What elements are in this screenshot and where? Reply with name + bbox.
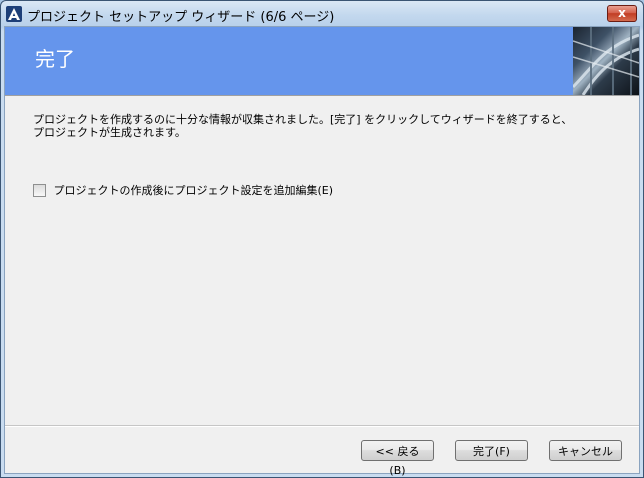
header-banner: 完了 [5,27,573,95]
banner-divider [5,95,639,96]
autocad-logo-icon [6,6,22,22]
wizard-content: 完了 プロジェクトを作成するのに十分な情報が収集されました。[完了] をクリック… [4,26,640,477]
title-bar[interactable]: プロジェクト セットアップ ウィザード (6/6 ページ) x [1,1,643,27]
close-button[interactable]: x [607,5,637,22]
footer-divider [5,425,639,427]
page-title: 完了 [35,47,75,71]
cancel-button[interactable]: キャンセル [549,440,622,461]
finish-button[interactable]: 完了(F) [455,440,528,461]
window-title: プロジェクト セットアップ ウィザード (6/6 ページ) [27,10,335,25]
close-icon: x [618,6,626,20]
wizard-window: プロジェクト セットアップ ウィザード (6/6 ページ) x 完了 プロジェク… [0,0,644,478]
completion-message-line1: プロジェクトを作成するのに十分な情報が収集されました。[完了] をクリックしてウ… [33,113,573,126]
back-button[interactable]: << 戻る(B) [361,440,434,477]
completion-message-line2: プロジェクトが生成されます。 [33,126,186,139]
completion-message: プロジェクトを作成するのに十分な情報が収集されました。[完了] をクリックしてウ… [33,113,593,139]
banner-image [573,27,639,95]
edit-settings-option[interactable]: プロジェクトの作成後にプロジェクト設定を追加編集(E) [33,182,334,197]
edit-settings-label[interactable]: プロジェクトの作成後にプロジェクト設定を追加編集(E) [54,184,334,197]
edit-settings-checkbox[interactable] [33,183,46,197]
